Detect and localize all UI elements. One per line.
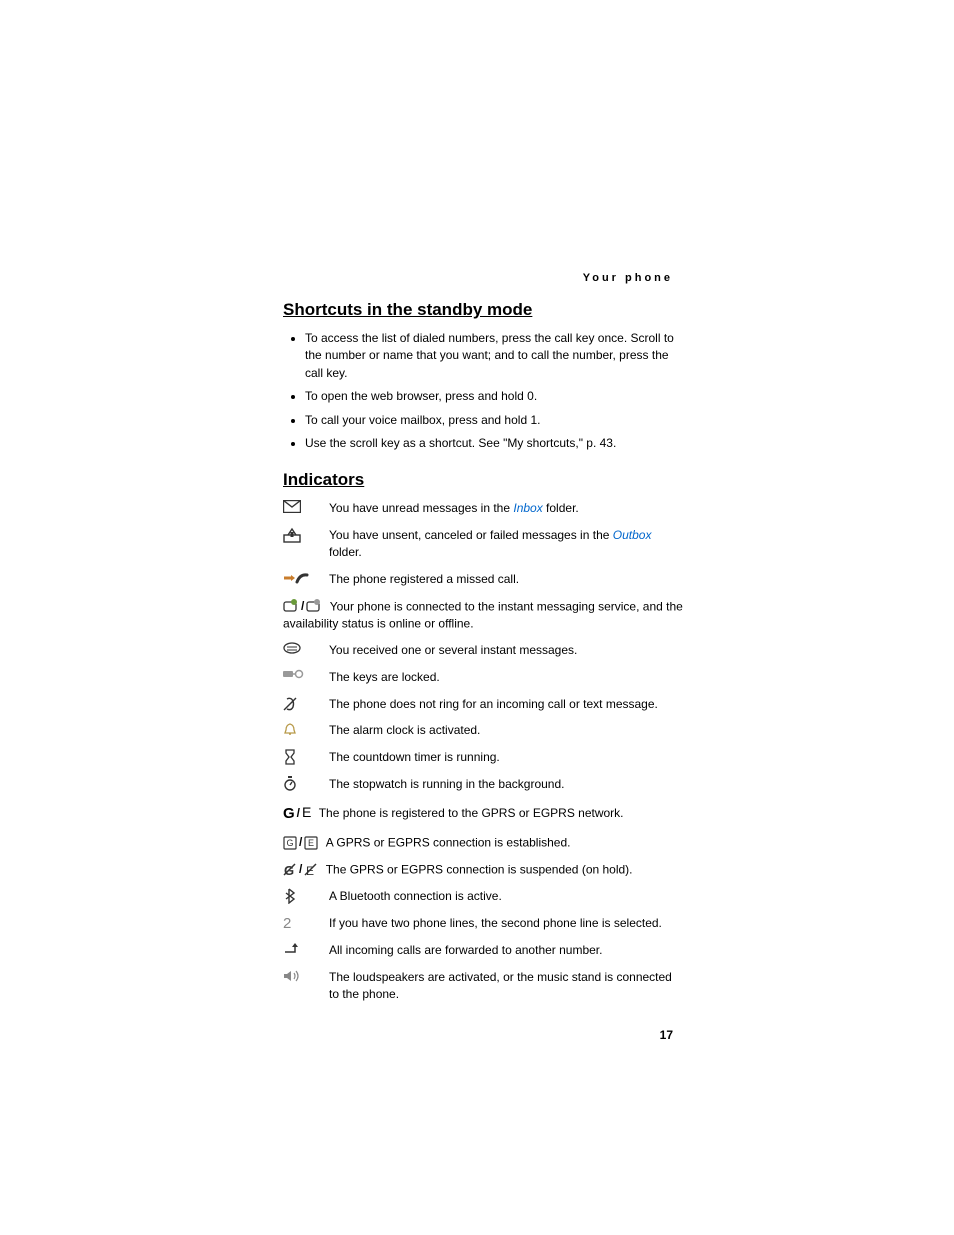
indicator-row: All incoming calls are forwarded to anot… xyxy=(283,942,683,959)
indicator-row: G / E The phone is registered to the GPR… xyxy=(283,803,683,824)
indicator-text: If you have two phone lines, the second … xyxy=(329,915,683,932)
indicator-text: The alarm clock is activated. xyxy=(329,722,683,739)
line2-icon: 2 xyxy=(283,915,291,932)
indicator-text: The phone registered a missed call. xyxy=(329,571,683,588)
indicator-text: You received one or several instant mess… xyxy=(329,642,683,659)
shortcuts-list: To access the list of dialed numbers, pr… xyxy=(283,330,683,452)
indicator-row: The countdown timer is running. xyxy=(283,749,683,766)
indicator-row: A Bluetooth connection is active. xyxy=(283,888,683,905)
keylock-icon xyxy=(283,669,305,679)
indicator-row: The loudspeakers are activated, or the m… xyxy=(283,969,683,1003)
indicator-row: / Your phone is connected to the instant… xyxy=(283,598,683,632)
indicator-text: You have unsent, canceled or failed mess… xyxy=(329,527,683,561)
forward-icon xyxy=(283,942,303,954)
list-item: To call your voice mailbox, press and ho… xyxy=(305,412,683,429)
im-received-icon xyxy=(283,642,301,656)
indicator-text: The keys are locked. xyxy=(329,669,683,686)
indicator-row: G / E The GPRS or EGPRS connection is su… xyxy=(283,861,683,878)
svg-text:G: G xyxy=(286,838,293,848)
loudspeaker-icon xyxy=(283,969,301,983)
bluetooth-icon xyxy=(283,888,297,904)
indicator-text: You have unread messages in the Inbox fo… xyxy=(329,500,683,517)
silent-icon xyxy=(283,696,297,712)
indicator-row: You have unsent, canceled or failed mess… xyxy=(283,527,683,561)
page-number: 17 xyxy=(283,1028,683,1042)
indicator-text: / Your phone is connected to the instant… xyxy=(283,598,683,632)
page-header: Your phone xyxy=(283,272,683,284)
indicator-row: 2 If you have two phone lines, the secon… xyxy=(283,915,683,932)
indicator-row: The alarm clock is activated. xyxy=(283,722,683,739)
svg-text:E: E xyxy=(308,838,314,848)
indicator-text: The countdown timer is running. xyxy=(329,749,683,766)
indicator-text: G / E The GPRS or EGPRS connection is su… xyxy=(283,861,683,878)
indicator-row: You received one or several instant mess… xyxy=(283,642,683,659)
list-item: Use the scroll key as a shortcut. See "M… xyxy=(305,435,683,452)
indicator-row: The phone does not ring for an incoming … xyxy=(283,696,683,713)
inbox-link[interactable]: Inbox xyxy=(513,501,542,515)
indicator-text: G / E The phone is registered to the GPR… xyxy=(283,803,683,824)
indicator-row: The stopwatch is running in the backgrou… xyxy=(283,776,683,793)
indicator-text: G / E A GPRS or EGPRS connection is esta… xyxy=(283,834,683,851)
indicator-text: All incoming calls are forwarded to anot… xyxy=(329,942,683,959)
shortcuts-heading: Shortcuts in the standby mode xyxy=(283,300,683,320)
stopwatch-icon xyxy=(283,776,297,791)
envelope-icon xyxy=(283,500,301,513)
list-item: To open the web browser, press and hold … xyxy=(305,388,683,405)
indicator-text: The stopwatch is running in the backgrou… xyxy=(329,776,683,793)
indicator-row: The phone registered a missed call. xyxy=(283,571,683,588)
gprs-conn-pair-icon: G / E xyxy=(283,834,318,851)
alarm-icon xyxy=(283,722,297,736)
gprs-hold-pair-icon: G / E xyxy=(283,861,318,878)
indicator-row: You have unread messages in the Inbox fo… xyxy=(283,500,683,517)
indicators-heading: Indicators xyxy=(283,470,683,490)
gprs-pair-icon: G / E xyxy=(283,803,311,824)
indicator-text: The loudspeakers are activated, or the m… xyxy=(329,969,683,1003)
indicator-text: The phone does not ring for an incoming … xyxy=(329,696,683,713)
im-pair-icon: / xyxy=(283,598,322,615)
timer-icon xyxy=(283,749,297,765)
indicator-text: A Bluetooth connection is active. xyxy=(329,888,683,905)
missed-call-icon xyxy=(283,571,309,585)
outbox-icon xyxy=(283,527,301,543)
indicator-row: G / E A GPRS or EGPRS connection is esta… xyxy=(283,834,683,851)
list-item: To access the list of dialed numbers, pr… xyxy=(305,330,683,382)
outbox-link[interactable]: Outbox xyxy=(613,528,652,542)
indicator-row: The keys are locked. xyxy=(283,669,683,686)
